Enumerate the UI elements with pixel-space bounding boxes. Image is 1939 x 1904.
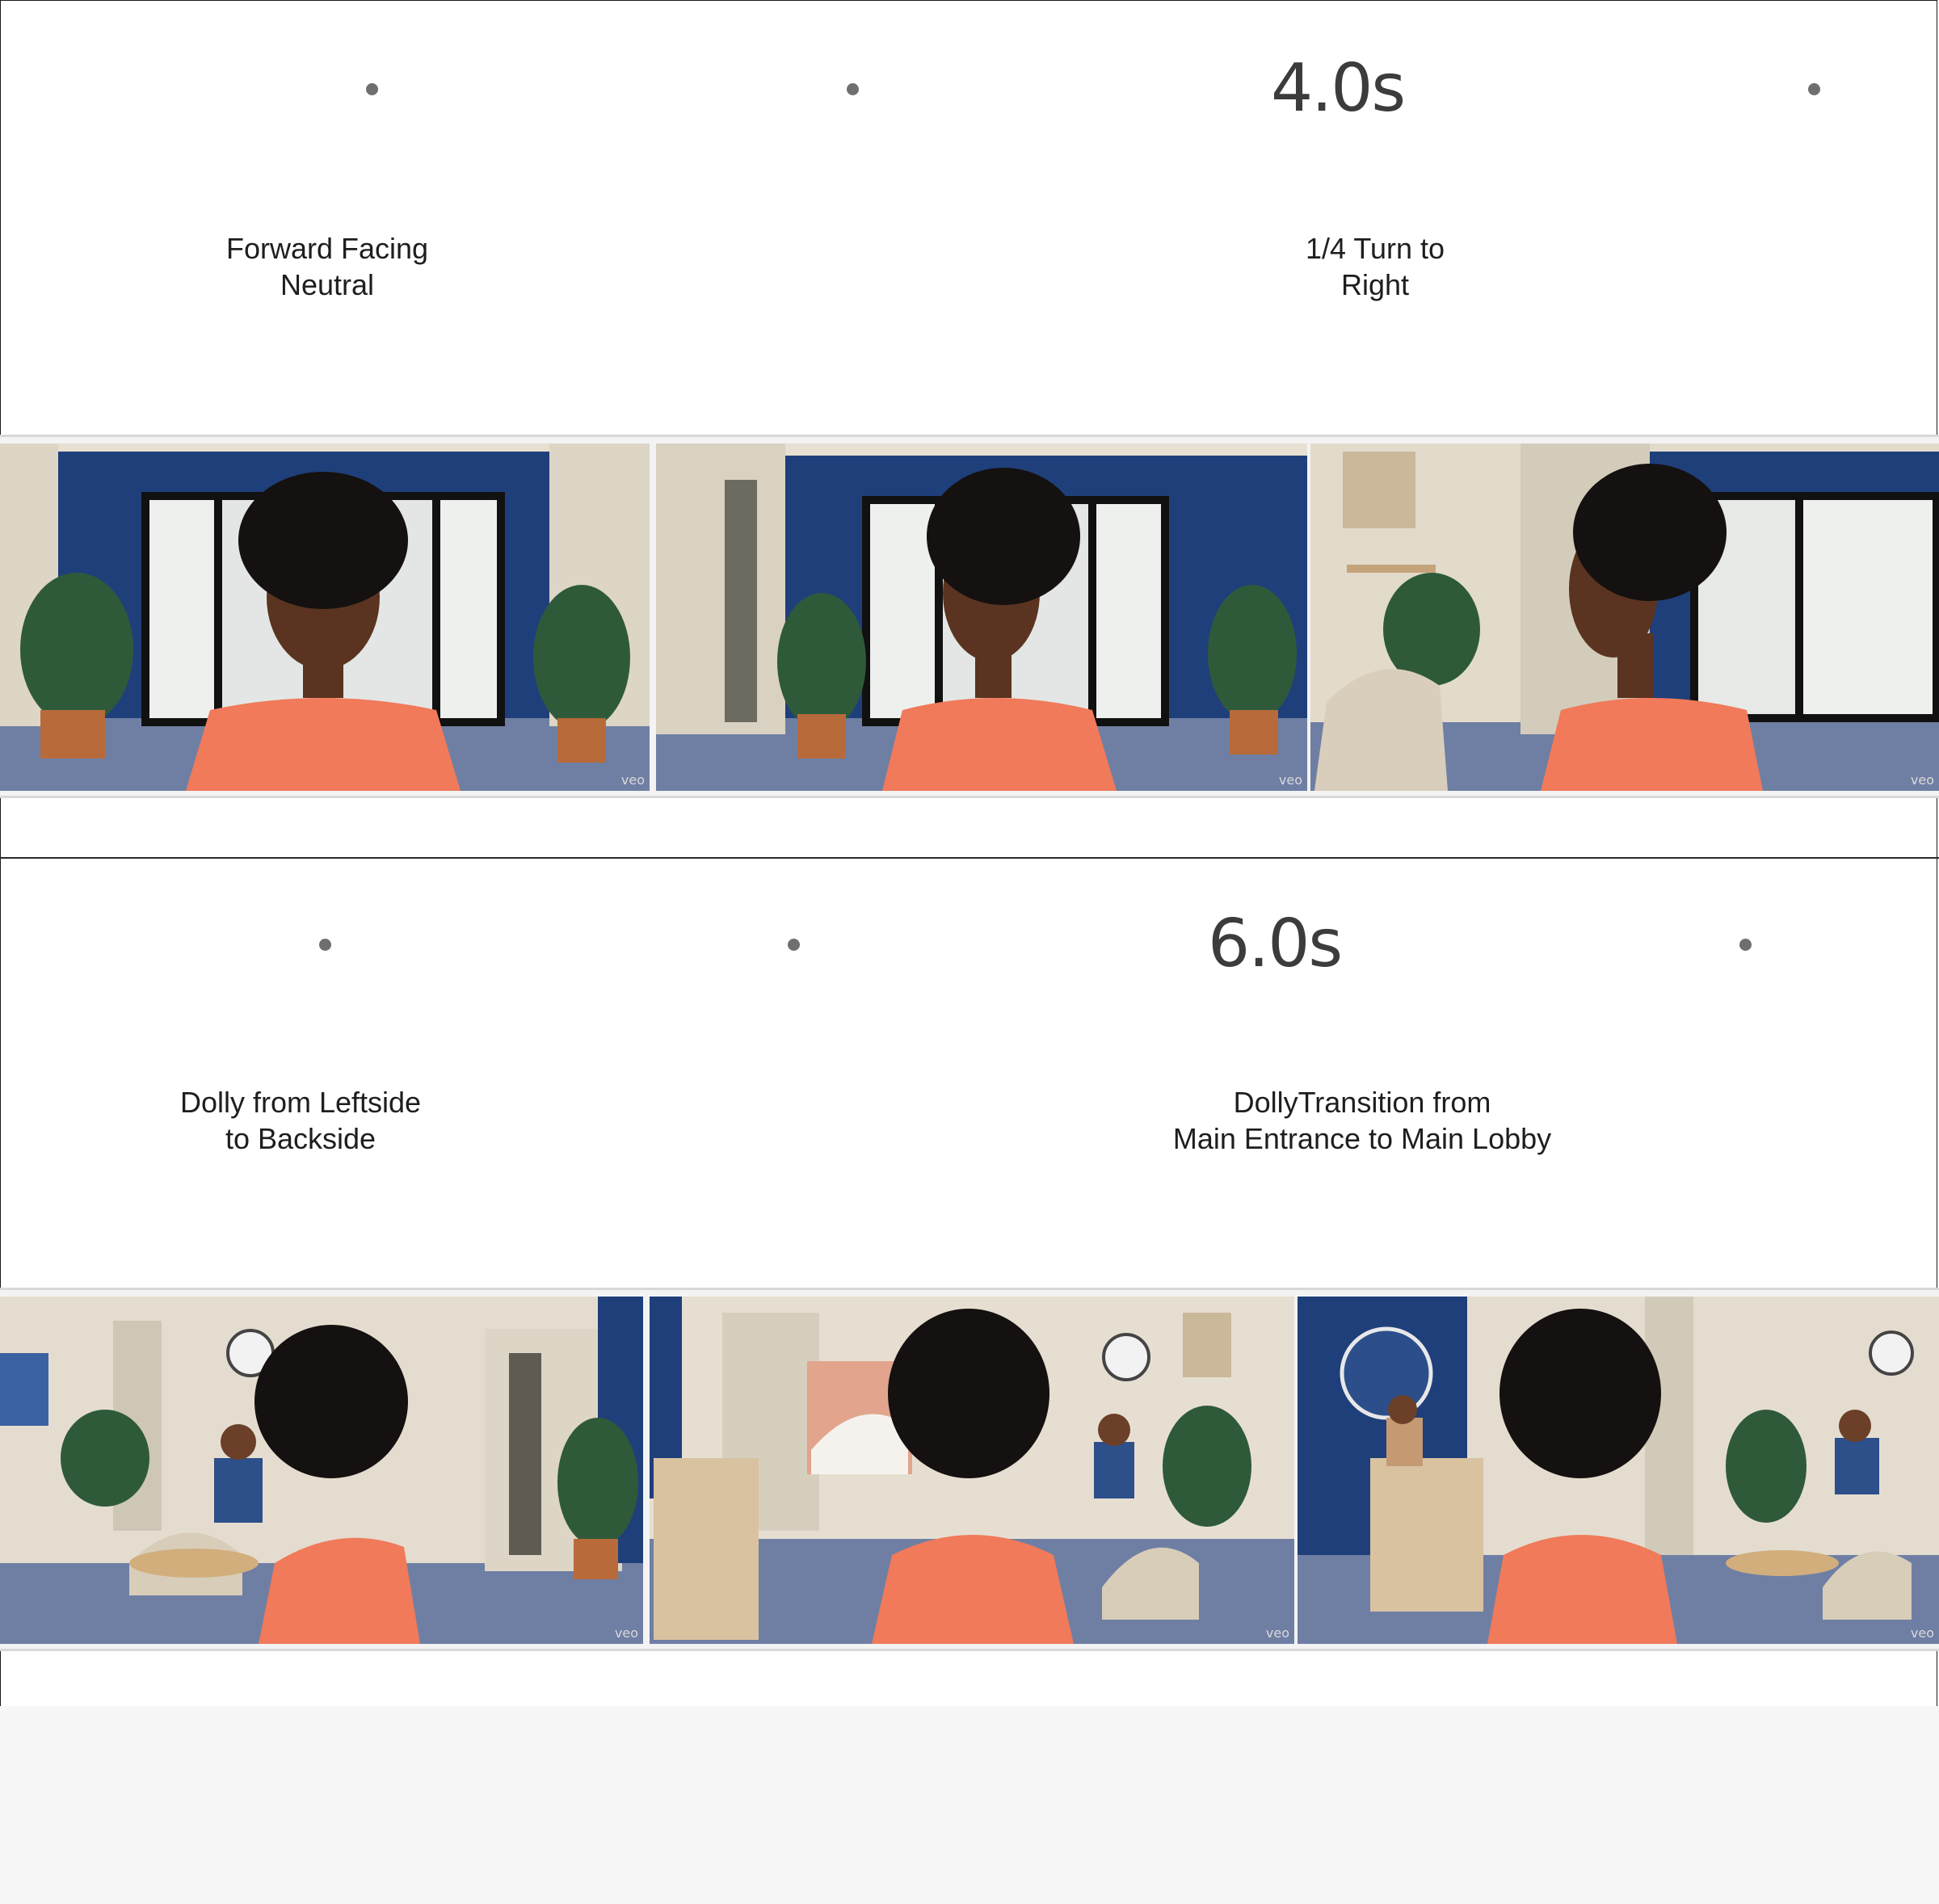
shot-label: DollyTransition from Main Entrance to Ma… [1172,1086,1552,1155]
timeline-tick [366,83,378,95]
video-frame-thumbnail[interactable]: veo [1298,1297,1939,1644]
video-frame-thumbnail[interactable]: veo [0,443,650,791]
watermark: veo [620,772,645,788]
video-frame-thumbnail[interactable]: veo [656,443,1307,791]
time-marker: 4.0s [1271,50,1406,127]
dolly-back-hallway-frame-image [650,1297,1294,1644]
timeline-tick [1808,83,1820,95]
profile-frame-image [1310,443,1939,791]
watermark: veo [1265,1625,1289,1641]
watermark: veo [1278,772,1302,788]
shot-label: Dolly from Leftside to Backside [179,1086,422,1155]
time-marker: 6.0s [1208,906,1343,982]
timeline-segment-2: 6.0s Dolly from Leftside to Backside Dol… [0,858,1939,1706]
empty-track-area [0,1706,1939,1904]
timeline-tick [788,939,800,951]
watermark: veo [614,1625,638,1641]
shot-label: 1/4 Turn to Right [1305,232,1445,301]
timeline-segment-1: 4.0s Forward Facing Neutral 1/4 Turn to … [0,0,1939,858]
watermark: veo [1910,772,1934,788]
dolly-left-back-frame-image [0,1297,643,1644]
three-quarter-frame-image [656,443,1307,791]
video-frame-thumbnail[interactable]: veo [1310,443,1939,791]
shot-label: Forward Facing Neutral [225,232,429,301]
video-frame-thumbnail[interactable]: veo [650,1297,1294,1644]
timeline-tick [1739,939,1752,951]
filmstrip[interactable]: veo veo veo [0,1288,1939,1651]
watermark: veo [1910,1625,1934,1641]
filmstrip[interactable]: veo veo veo [0,435,1939,798]
timeline-tick [319,939,331,951]
timeline-tick [847,83,859,95]
video-frame-thumbnail[interactable]: veo [0,1297,643,1644]
dolly-reception-frame-image [1298,1297,1939,1644]
front-facing-frame-image [0,443,650,791]
